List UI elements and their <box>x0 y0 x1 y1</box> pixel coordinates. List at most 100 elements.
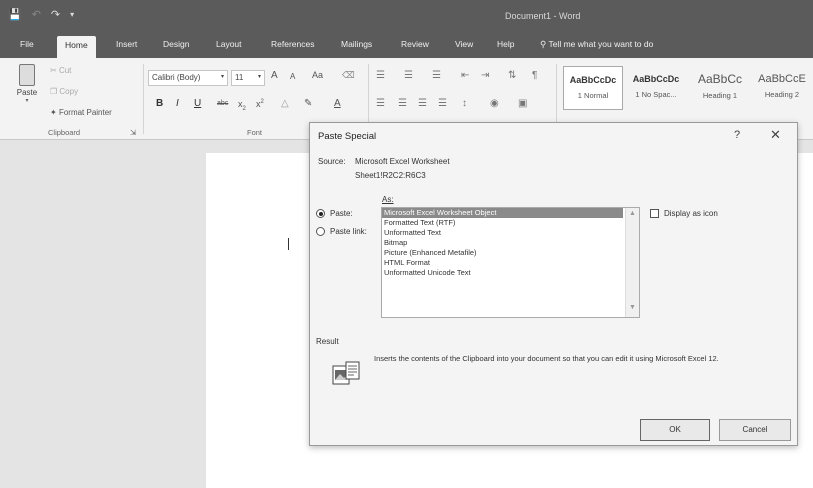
chevron-down-icon: ▾ <box>25 98 29 104</box>
text-cursor <box>288 238 289 250</box>
chevron-down-icon: ▾ <box>257 74 261 80</box>
tab-mailings[interactable]: Mailings <box>341 39 372 49</box>
format-painter-button[interactable]: ✦ Format Painter <box>50 108 112 117</box>
brush-icon: ✦ <box>50 108 57 117</box>
font-size-select[interactable]: 11 ▾ <box>231 70 265 86</box>
redo-icon[interactable]: ↷ <box>51 8 60 21</box>
close-icon[interactable]: ✕ <box>770 127 781 143</box>
style-heading-1[interactable]: AaBbCc Heading 1 <box>690 66 750 110</box>
font-color-icon[interactable]: A <box>334 98 341 109</box>
tab-file[interactable]: File <box>20 39 34 49</box>
scroll-down-icon[interactable]: ▼ <box>629 304 636 311</box>
source-range: Sheet1!R2C2:R6C3 <box>355 171 426 180</box>
paste-special-dialog: Paste Special ? ✕ Source: Microsoft Exce… <box>309 122 798 446</box>
superscript-button[interactable]: x2 <box>256 99 264 109</box>
paste-button[interactable]: Paste ▾ <box>12 64 42 116</box>
tab-home[interactable]: Home <box>57 36 96 58</box>
style-no-spacing[interactable]: AaBbCcDc 1 No Spac... <box>626 66 686 110</box>
clipboard-group-label: Clipboard <box>48 128 81 137</box>
bold-button[interactable]: B <box>156 98 163 109</box>
subscript-button[interactable]: x2 <box>238 99 246 112</box>
customize-qat-icon[interactable]: ▾ <box>70 10 74 19</box>
window-title: Document1 - Word <box>505 11 581 21</box>
as-label: As: <box>382 195 394 204</box>
source-value: Microsoft Excel Worksheet <box>355 157 450 166</box>
ok-button[interactable]: OK <box>640 419 710 441</box>
tab-review[interactable]: Review <box>401 39 429 49</box>
clipboard-icon <box>19 64 35 86</box>
lightbulb-icon: ⚲ <box>540 39 547 49</box>
style-normal[interactable]: AaBbCcDc 1 Normal <box>563 66 623 110</box>
scissors-icon: ✂ <box>50 66 57 75</box>
divider <box>143 64 144 134</box>
align-right-icon[interactable]: ☰ <box>418 98 427 109</box>
paste-link-radio[interactable] <box>316 227 325 236</box>
tab-design[interactable]: Design <box>163 39 189 49</box>
decrease-indent-icon[interactable]: ⇤ <box>461 70 469 81</box>
justify-icon[interactable]: ☰ <box>438 98 447 109</box>
change-case-button[interactable]: Aa <box>312 70 323 80</box>
paste-radio[interactable] <box>316 209 325 218</box>
tab-layout[interactable]: Layout <box>216 39 242 49</box>
chevron-down-icon: ▾ <box>220 74 224 80</box>
source-label: Source: <box>318 157 346 166</box>
list-item[interactable]: Unformatted Text <box>382 228 639 238</box>
display-as-icon-label[interactable]: Display as icon <box>664 209 718 218</box>
align-left-icon[interactable]: ☰ <box>376 98 385 109</box>
save-icon[interactable]: 💾 <box>8 8 22 21</box>
list-item[interactable]: Picture (Enhanced Metafile) <box>382 248 639 258</box>
borders-icon[interactable]: ▣ <box>518 98 527 109</box>
cancel-button[interactable]: Cancel <box>719 419 791 441</box>
highlight-icon[interactable]: ✎ <box>304 98 312 109</box>
display-as-icon-checkbox[interactable] <box>650 209 659 218</box>
scroll-up-icon[interactable]: ▲ <box>629 210 636 217</box>
undo-icon[interactable]: ↶ <box>32 8 41 21</box>
increase-indent-icon[interactable]: ⇥ <box>481 70 489 81</box>
style-heading-2[interactable]: AaBbCcE Heading 2 <box>752 66 812 110</box>
cut-button[interactable]: ✂ Cut <box>50 66 71 75</box>
list-item[interactable]: Microsoft Excel Worksheet Object <box>382 208 623 218</box>
line-spacing-icon[interactable]: ↕ <box>462 98 467 109</box>
font-name-select[interactable]: Calibri (Body) ▾ <box>148 70 228 86</box>
text-effects-icon[interactable]: △ <box>281 98 289 109</box>
tell-me-search[interactable]: ⚲ Tell me what you want to do <box>540 39 653 50</box>
dialog-launcher-icon[interactable]: ⇲ <box>130 128 136 137</box>
grow-font-button[interactable]: A <box>271 70 278 81</box>
title-bar: 💾 ↶ ↷ ▾ Document1 - Word <box>0 0 813 34</box>
numbering-icon[interactable]: ☰ <box>404 70 413 81</box>
result-label: Result <box>316 337 339 346</box>
paste-as-listbox[interactable]: Microsoft Excel Worksheet Object Formatt… <box>381 207 640 318</box>
result-description: Inserts the contents of the Clipboard in… <box>374 354 719 363</box>
copy-icon: ❐ <box>50 87 58 96</box>
sort-icon[interactable]: ⇅ <box>508 70 516 81</box>
bullets-icon[interactable]: ☰ <box>376 70 385 81</box>
help-icon[interactable]: ? <box>734 129 740 141</box>
copy-button[interactable]: ❐ Copy <box>50 87 78 96</box>
tab-insert[interactable]: Insert <box>116 39 137 49</box>
paste-link-radio-label[interactable]: Paste link: <box>330 227 367 236</box>
tab-help[interactable]: Help <box>497 39 514 49</box>
paste-result-icon <box>332 361 360 385</box>
dialog-title: Paste Special <box>318 131 377 142</box>
font-group-label: Font <box>247 128 263 137</box>
listbox-scrollbar[interactable]: ▲ ▼ <box>625 208 639 317</box>
clear-formatting-icon[interactable]: ⌫ <box>342 70 355 81</box>
paste-label: Paste <box>16 88 38 97</box>
tab-references[interactable]: References <box>271 39 314 49</box>
shrink-font-button[interactable]: A <box>290 72 295 81</box>
list-item[interactable]: Unformatted Unicode Text <box>382 268 639 278</box>
shading-icon[interactable]: ◉ <box>490 98 499 109</box>
list-item[interactable]: Bitmap <box>382 238 639 248</box>
list-item[interactable]: Formatted Text (RTF) <box>382 218 639 228</box>
strikethrough-button[interactable]: abc <box>217 100 228 107</box>
ribbon-tabs: File Home Insert Design Layout Reference… <box>0 34 813 58</box>
paste-radio-label[interactable]: Paste: <box>330 209 353 218</box>
multilevel-list-icon[interactable]: ☰ <box>432 70 441 81</box>
tab-view[interactable]: View <box>455 39 473 49</box>
align-center-icon[interactable]: ☰ <box>398 98 407 109</box>
list-item[interactable]: HTML Format <box>382 258 639 268</box>
italic-button[interactable]: I <box>176 98 179 109</box>
pilcrow-icon[interactable]: ¶ <box>532 70 537 81</box>
quick-access-toolbar: 💾 ↶ ↷ ▾ <box>8 8 74 21</box>
underline-button[interactable]: U <box>194 98 201 109</box>
